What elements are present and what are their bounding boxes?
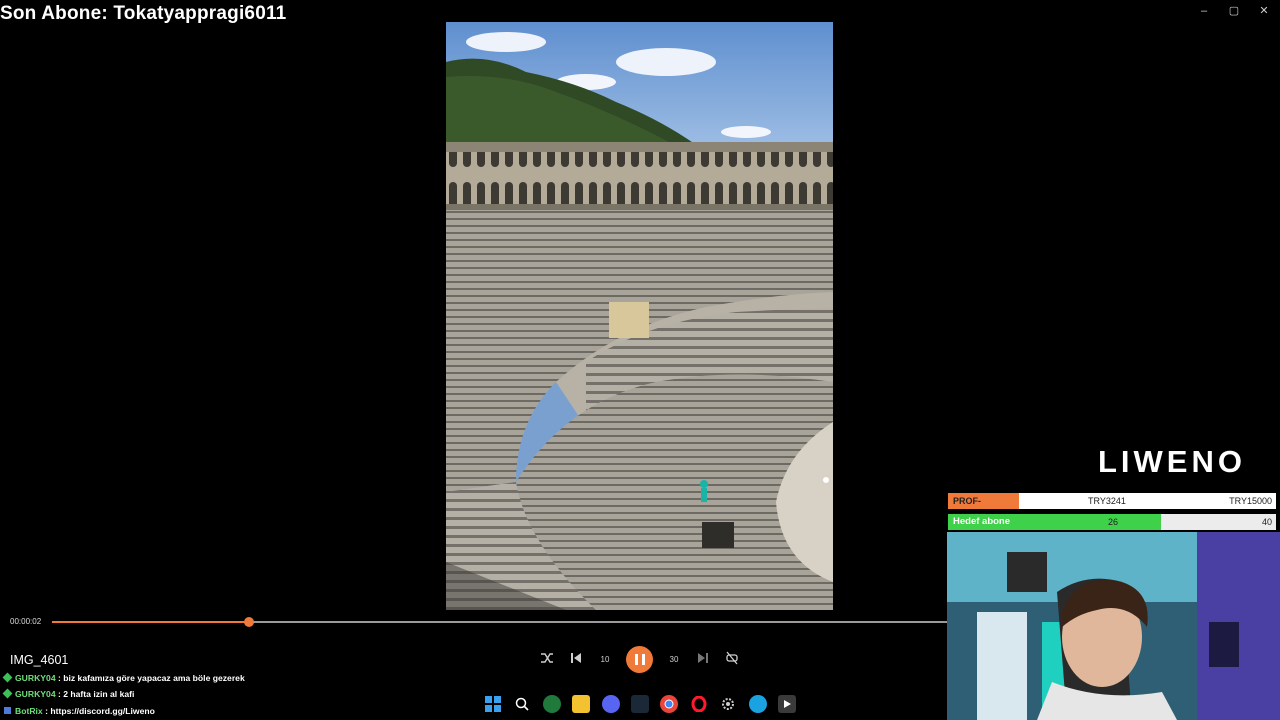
maximize-button[interactable]: ▢ [1223,4,1245,18]
app-green-icon[interactable] [543,695,561,713]
subscriber-goal-bar: Hedef abone 26 40 [948,514,1276,530]
discord-icon[interactable] [602,695,620,713]
chat-text: https://discord.gg/Liweno [50,706,155,716]
taskbar [480,692,800,716]
minimize-button[interactable]: – [1193,4,1215,18]
forward-30-icon[interactable]: 30 [665,651,683,669]
repeat-off-icon[interactable] [723,651,741,669]
channel-logo: LIWENO [1098,444,1246,479]
pause-icon [634,654,638,665]
chat-username: GURKY04 [15,689,56,699]
edge-icon[interactable] [749,695,767,713]
current-time: 00:00:02 [10,617,42,626]
bot-badge-icon [4,707,11,714]
pause-button[interactable] [626,646,653,673]
chat-message: GURKY04 : 2 hafta izin al kafi [2,688,135,699]
next-icon[interactable] [694,651,712,669]
webcam-image [947,532,1280,720]
moderator-badge-icon [2,672,13,683]
chat-text: 2 hafta izin al kafi [63,689,135,699]
chrome-icon[interactable] [660,695,678,713]
file-explorer-icon[interactable] [572,695,590,713]
subscriber-goal-target: 40 [1261,517,1272,527]
video-frame[interactable] [446,22,833,610]
donation-goal-current: TRY3241 [1088,496,1126,506]
rewind-10-icon[interactable]: 10 [596,651,614,669]
close-button[interactable]: ✕ [1253,4,1275,18]
webcam-feed [947,532,1280,720]
search-icon[interactable] [513,695,531,713]
last-subscriber-overlay: Son Abone: Tokatyappragi6011 [0,3,287,24]
chat-username: GURKY04 [15,673,56,683]
media-player-icon[interactable] [778,695,796,713]
amphitheater-image [446,22,833,610]
chat-message: BotRix : https://discord.gg/Liweno [4,706,155,716]
chat-message: GURKY04 : biz kafamıza göre yapacaz ama … [2,672,245,683]
settings-icon[interactable] [719,695,737,713]
media-title: IMG_4601 [10,653,69,667]
donation-goal-bar: PROF-KAMERA TRY3241 TRY15000 [948,493,1276,522]
seek-thumb[interactable] [243,617,254,627]
shuffle-icon[interactable] [538,651,556,669]
donation-goal-target: TRY15000 [1229,496,1272,506]
donation-goal-label: PROF-KAMERA [948,493,1019,522]
seek-progress [52,621,249,623]
windows-start-icon[interactable] [484,695,502,713]
steam-icon[interactable] [631,695,649,713]
previous-icon[interactable] [567,651,585,669]
opera-icon[interactable] [690,695,708,713]
subscriber-goal-label: Hedef abone [953,516,1011,527]
chat-text: biz kafamıza göre yapacaz ama böle gezer… [63,673,245,683]
subscriber-goal-current: 26 [1108,517,1119,527]
chat-username: BotRix [15,706,43,716]
moderator-badge-icon [2,688,13,699]
